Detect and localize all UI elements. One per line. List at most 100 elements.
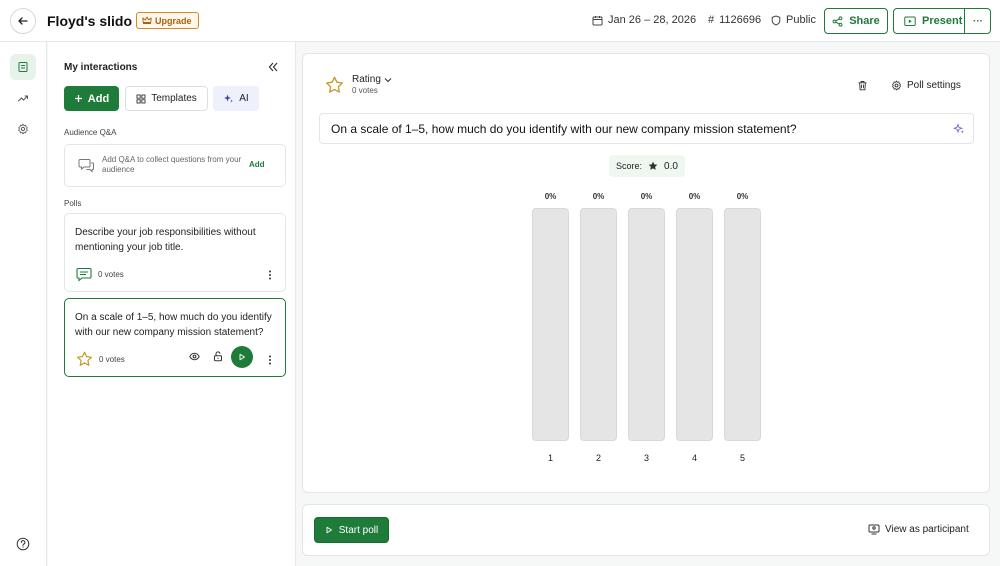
delete-poll-button[interactable] [857, 80, 868, 91]
help-icon [16, 537, 30, 551]
event-code[interactable]: # 1126696 [708, 14, 761, 26]
shield-icon [771, 14, 781, 26]
top-header: Floyd's slido Upgrade Jan 26 – 28, 2026 … [0, 0, 1000, 42]
bar-percentage-label: 0% [736, 192, 749, 201]
eye-icon[interactable] [189, 351, 200, 362]
present-button-group: Present ··· [893, 8, 991, 34]
ai-sparkle-icon[interactable] [953, 123, 965, 135]
bottom-action-bar: Start poll View as participant [302, 504, 990, 556]
add-interaction-button[interactable]: Add [64, 86, 119, 111]
poll-votes: 0 votes [98, 269, 124, 279]
bar-percentage-label: 0% [592, 192, 605, 201]
calendar-icon [592, 15, 603, 26]
rating-bar [580, 208, 617, 441]
bar-percentage-label: 0% [688, 192, 701, 201]
present-button[interactable]: Present [922, 15, 962, 27]
chevron-down-icon [384, 77, 392, 83]
date-range[interactable]: Jan 26 – 28, 2026 [592, 14, 696, 26]
settings-nav[interactable] [10, 116, 36, 142]
question-text: On a scale of 1–5, how much do you ident… [331, 122, 797, 136]
gear-icon [891, 80, 902, 91]
ai-label: AI [239, 93, 249, 104]
bar-percentage-label: 0% [640, 192, 653, 201]
arrow-left-icon [17, 15, 29, 27]
unlock-icon[interactable] [213, 351, 223, 362]
chat-bubbles-icon [78, 158, 95, 173]
start-poll-button[interactable]: Start poll [314, 517, 389, 543]
share-label: Share [849, 15, 880, 27]
trash-icon [857, 80, 868, 91]
visibility-label: Public [786, 14, 816, 26]
poll-question: On a scale of 1–5, how much do you ident… [75, 312, 272, 338]
upgrade-label: Upgrade [155, 15, 192, 26]
share-button[interactable]: Share [824, 8, 888, 34]
star-icon [325, 76, 344, 94]
polls-section-label: Polls [64, 199, 82, 208]
start-poll-label: Start poll [338, 524, 379, 536]
star-icon [76, 351, 93, 367]
kebab-icon [265, 354, 275, 366]
add-qa-button[interactable]: Add [249, 160, 265, 169]
rating-category-label: 4 [691, 453, 697, 463]
date-range-label: Jan 26 – 28, 2026 [608, 14, 697, 26]
present-icon [904, 16, 916, 27]
poll-more-menu[interactable] [265, 354, 275, 366]
qa-card[interactable]: Add Q&A to collect questions from your a… [64, 144, 286, 187]
sidebar-title: My interactions [64, 62, 138, 73]
rating-category-label: 5 [739, 453, 745, 463]
upgrade-button[interactable]: Upgrade [136, 12, 199, 29]
list-icon [17, 61, 29, 73]
rating-category-label: 3 [643, 453, 649, 463]
poll-type-dropdown[interactable]: Rating [352, 74, 392, 85]
present-more-button[interactable]: ··· [965, 9, 991, 33]
poll-item[interactable]: Describe your job responsibilities witho… [64, 213, 286, 292]
plus-icon [74, 94, 83, 103]
play-icon [325, 526, 333, 534]
kebab-icon [265, 269, 275, 281]
gear-icon [17, 123, 29, 135]
help-button[interactable] [10, 531, 36, 557]
score-value: 0.0 [664, 160, 678, 172]
poll-type-header: Rating 0 votes [325, 74, 392, 95]
qa-description: Add Q&A to collect questions from your a… [102, 155, 242, 174]
event-code-label: 1126696 [719, 14, 762, 26]
view-as-participant-button[interactable]: View as participant [868, 524, 969, 535]
poll-item-selected[interactable]: On a scale of 1–5, how much do you ident… [64, 298, 286, 377]
rating-bar [676, 208, 713, 441]
analytics-nav[interactable] [10, 85, 36, 111]
view-as-participant-label: View as participant [885, 524, 969, 535]
rating-category-label: 1 [547, 453, 553, 463]
play-icon [238, 353, 246, 361]
bar-percentage-label: 0% [544, 192, 557, 201]
rating-bar [628, 208, 665, 441]
add-label: Add [87, 92, 110, 105]
trend-icon [17, 92, 29, 104]
interactions-nav[interactable] [10, 54, 36, 80]
share-icon [832, 15, 843, 27]
grid-icon [136, 94, 146, 104]
average-score: Score: 0.0 [609, 155, 685, 177]
poll-more-menu[interactable] [265, 269, 275, 281]
interactions-sidebar: My interactions Add Templates AI Audienc… [48, 42, 296, 566]
collapse-sidebar-button[interactable] [266, 60, 280, 74]
qa-section-label: Audience Q&A [64, 128, 117, 137]
double-chevron-left-icon [266, 60, 280, 74]
ai-button[interactable]: AI [213, 86, 259, 111]
poll-settings-label: Poll settings [907, 80, 961, 91]
rating-bar [532, 208, 569, 441]
templates-button[interactable]: Templates [125, 86, 208, 111]
poll-votes-count: 0 votes [352, 86, 378, 95]
visibility-setting[interactable]: Public [771, 14, 816, 26]
back-button[interactable] [10, 8, 36, 34]
crown-icon [142, 16, 152, 25]
poll-question: Describe your job responsibilities witho… [75, 227, 256, 253]
poll-editor: Rating 0 votes Poll settings On a scale … [302, 53, 990, 493]
event-title[interactable]: Floyd's slido [47, 13, 132, 29]
rating-bar [724, 208, 761, 441]
sparkle-icon [223, 93, 234, 104]
poll-settings-button[interactable]: Poll settings [891, 80, 961, 91]
templates-label: Templates [151, 93, 197, 104]
question-input[interactable]: On a scale of 1–5, how much do you ident… [319, 113, 974, 144]
start-poll-quick-button[interactable] [231, 346, 253, 368]
open-text-icon [76, 267, 92, 282]
